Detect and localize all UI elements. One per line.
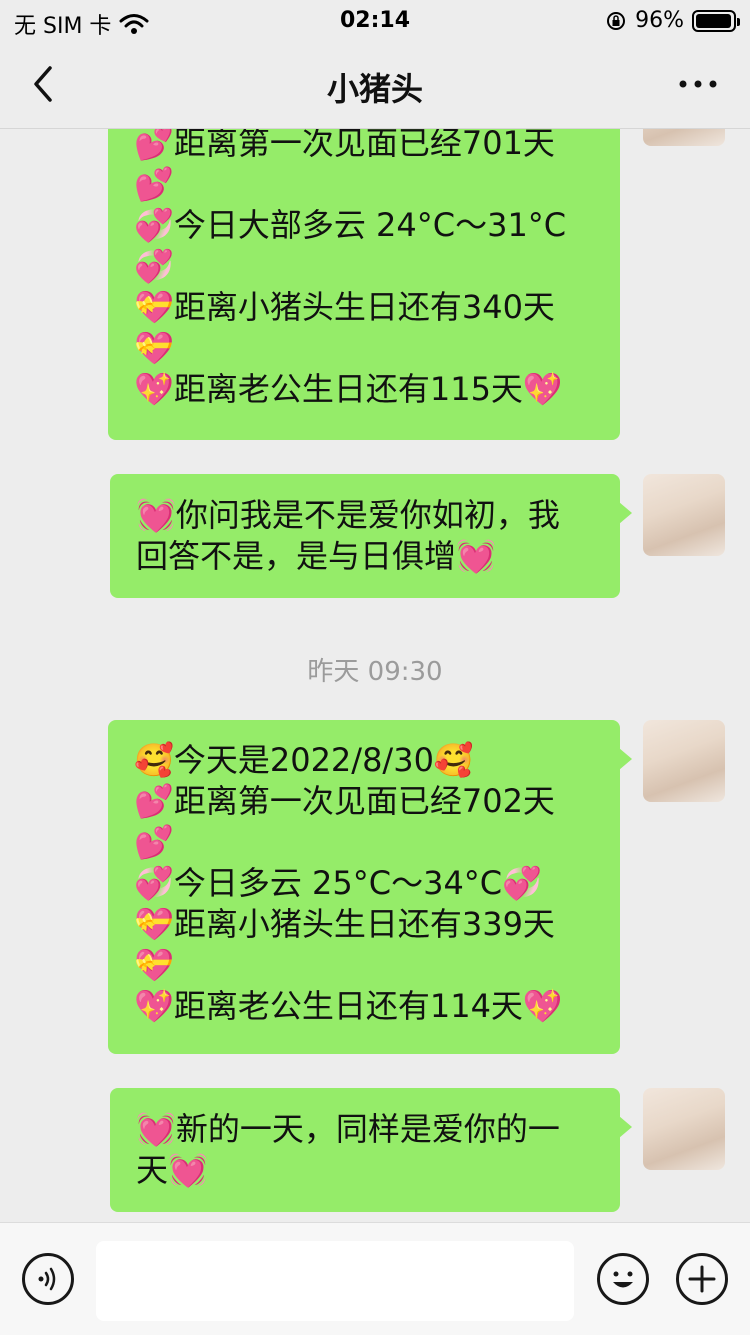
- message-line: 💓你问我是不是爱你如初，我: [136, 496, 560, 534]
- message-line: 💕距离第一次见面已经701天: [134, 129, 555, 162]
- avatar[interactable]: [643, 474, 725, 556]
- bubble-tail: [619, 1116, 632, 1138]
- emoji-button[interactable]: [597, 1253, 649, 1305]
- more-dots-icon[interactable]: [676, 70, 720, 98]
- avatar[interactable]: [643, 1088, 725, 1170]
- message-line: 💝: [134, 329, 174, 367]
- input-bar: [0, 1222, 750, 1335]
- plus-button[interactable]: [676, 1253, 728, 1305]
- message-input[interactable]: [96, 1241, 574, 1321]
- chat-area[interactable]: 💕距离第一次见面已经701天 💕 💞今日大部多云 24°C～31°C 💞 💝距离…: [0, 129, 750, 1222]
- message-bubble[interactable]: 💓你问我是不是爱你如初，我 回答不是，是与日俱增💓: [110, 474, 632, 598]
- message-line: 💕: [134, 823, 174, 861]
- message-line: 💝: [134, 946, 174, 984]
- message-bubble[interactable]: 💕距离第一次见面已经701天 💕 💞今日大部多云 24°C～31°C 💞 💝距离…: [108, 129, 620, 440]
- nav-bar: 小猪头: [0, 40, 750, 129]
- message-line: 天💓: [136, 1151, 208, 1189]
- bubble-tail: [619, 748, 632, 770]
- message-line: 🥰今天是2022/8/30🥰: [134, 741, 474, 779]
- message-bubble[interactable]: 🥰今天是2022/8/30🥰 💕距离第一次见面已经702天 💕 💞今日多云 25…: [108, 720, 632, 1054]
- rotation-lock-icon: [607, 11, 626, 30]
- message-line: 💞今日大部多云 24°C～31°C: [134, 206, 567, 244]
- battery-fill: [696, 13, 731, 28]
- message-line: 💖距离老公生日还有115天💖: [134, 370, 563, 408]
- status-right: 96%: [605, 8, 740, 33]
- voice-icon: [38, 1267, 56, 1291]
- message-line: 💞今日多云 25°C～34°C💞: [134, 864, 542, 902]
- avatar[interactable]: [643, 720, 725, 802]
- bubble-tail: [619, 502, 632, 524]
- message-line: 💕: [134, 165, 174, 203]
- chat-title: 小猪头: [326, 70, 423, 108]
- message-line: 💝距离小猪头生日还有340天: [134, 288, 555, 326]
- plus-icon: [688, 1265, 716, 1293]
- battery-percent: 96%: [635, 8, 684, 33]
- timestamp: 昨天 09:30: [307, 657, 443, 687]
- message-line: 💖距离老公生日还有114天💖: [134, 987, 563, 1025]
- message-line: 💓新的一天，同样是爱你的一: [136, 1110, 560, 1148]
- battery-icon: [692, 9, 740, 32]
- message-line: 💞: [134, 247, 174, 285]
- voice-button[interactable]: [22, 1253, 74, 1305]
- message-line: 💝距离小猪头生日还有339天: [134, 905, 555, 943]
- message-bubble[interactable]: 💓新的一天，同样是爱你的一 天💓: [110, 1088, 632, 1212]
- battery-cap: [737, 17, 740, 26]
- message-line: 💕距离第一次见面已经702天: [134, 782, 555, 820]
- emoji-icon: [613, 1271, 633, 1288]
- message-line: 回答不是，是与日俱增💓: [136, 537, 496, 575]
- avatar[interactable]: [643, 129, 725, 146]
- status-bar: 无 SIM 卡 02:14 96%: [0, 0, 750, 40]
